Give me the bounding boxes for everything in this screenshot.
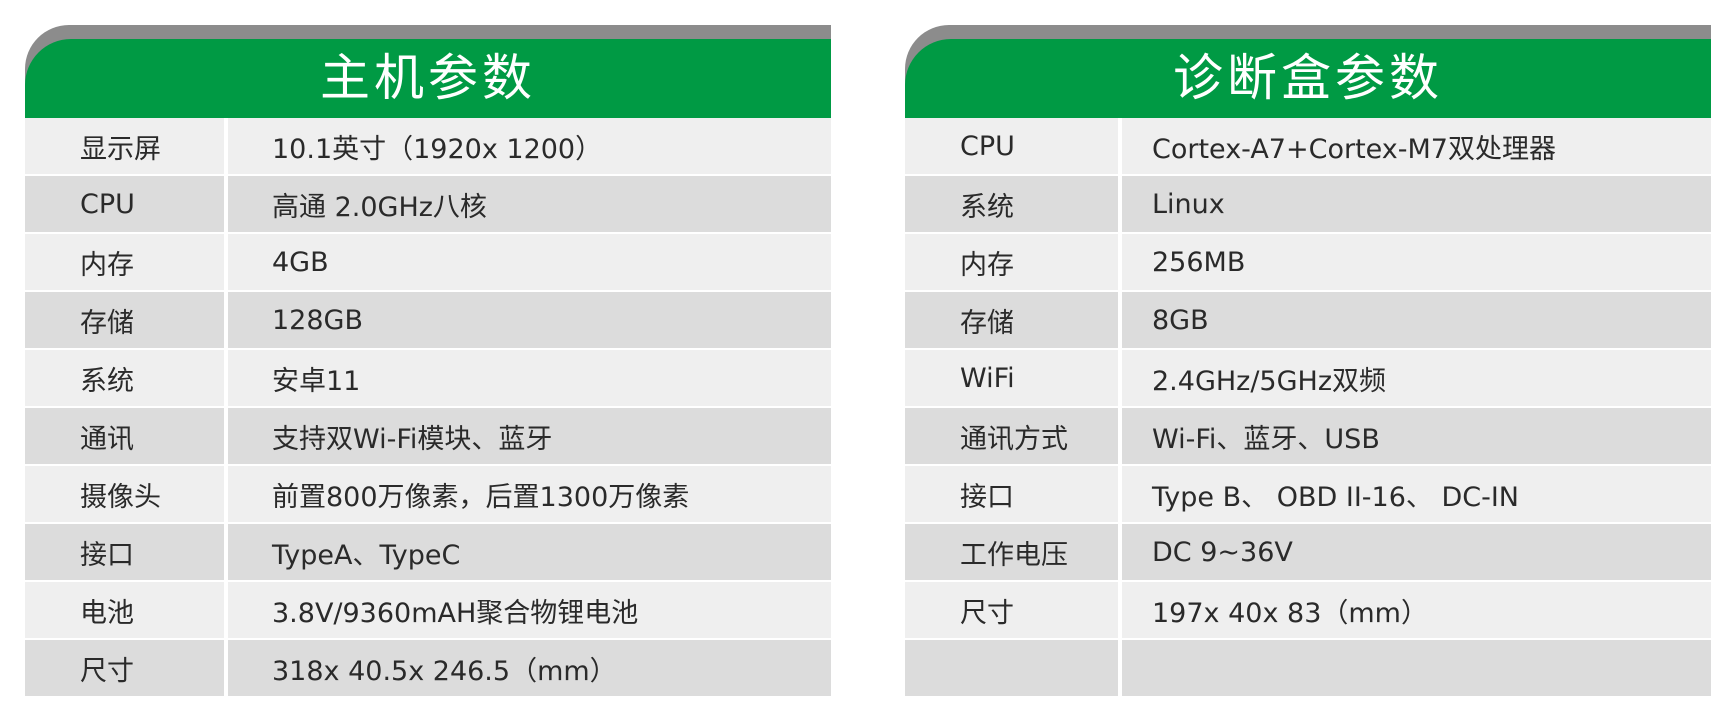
table-row: 工作电压 DC 9~36V: [905, 524, 1711, 582]
spec-label: 尺寸: [905, 582, 1122, 638]
spec-value: 3.8V/9360mAH聚合物锂电池: [272, 597, 639, 629]
spec-label: 接口: [905, 466, 1122, 522]
table-row: 通讯方式 Wi-Fi、蓝牙、USB: [905, 408, 1711, 466]
table-row: 接口 Type B、 OBD II-16、 DC-IN: [905, 466, 1711, 524]
table-row: 系统 Linux: [905, 176, 1711, 234]
spec-label: 内存: [25, 234, 228, 290]
spec-value: 2.4GHz/5GHz双频: [1152, 365, 1387, 397]
spec-value: 128GB: [272, 304, 363, 336]
spec-label: CPU: [905, 118, 1122, 174]
host-specs-panel: 主机参数 显示屏 10.1英寸（1920x 1200） CPU 高通 2.0GH…: [25, 25, 831, 696]
spec-label: 通讯: [25, 408, 228, 464]
spec-value: Linux: [1152, 188, 1225, 220]
table-row: [905, 640, 1711, 696]
spec-label: 存储: [905, 292, 1122, 348]
table-row: 尺寸 197x 40x 83（mm）: [905, 582, 1711, 640]
spec-value: 10.1英寸（1920x 1200）: [272, 133, 603, 165]
table-row: CPU Cortex-A7+Cortex-M7双处理器: [905, 118, 1711, 176]
box-specs-title: 诊断盒参数: [1173, 49, 1443, 107]
spec-value: DC 9~36V: [1152, 536, 1293, 568]
spec-label: 系统: [905, 176, 1122, 232]
box-specs-header: 诊断盒参数: [905, 25, 1711, 118]
spec-label: 接口: [25, 524, 228, 580]
spec-value: [1122, 640, 1711, 696]
spec-value: 4GB: [272, 246, 329, 278]
spec-value: 高通 2.0GHz八核: [272, 191, 487, 223]
spec-label: 显示屏: [25, 118, 228, 174]
host-specs-header: 主机参数: [25, 25, 831, 118]
spec-label: CPU: [25, 176, 228, 232]
box-specs-panel: 诊断盒参数 CPU Cortex-A7+Cortex-M7双处理器 系统 Lin…: [905, 25, 1711, 696]
spec-value: TypeA、TypeC: [272, 539, 461, 571]
spec-value: Wi-Fi、蓝牙、USB: [1152, 423, 1380, 455]
table-row: 电池 3.8V/9360mAH聚合物锂电池: [25, 582, 831, 640]
spec-value: Type B、 OBD II-16、 DC-IN: [1152, 481, 1520, 513]
host-specs-table: 显示屏 10.1英寸（1920x 1200） CPU 高通 2.0GHz八核 内…: [25, 118, 831, 696]
spec-label: [905, 640, 1122, 696]
spec-value: 197x 40x 83（mm）: [1152, 597, 1428, 629]
spec-value: 前置800万像素，后置1300万像素: [272, 481, 690, 513]
spec-label: 摄像头: [25, 466, 228, 522]
box-specs-table: CPU Cortex-A7+Cortex-M7双处理器 系统 Linux 内存 …: [905, 118, 1711, 696]
table-row: 接口 TypeA、TypeC: [25, 524, 831, 582]
spec-value: Cortex-A7+Cortex-M7双处理器: [1152, 133, 1556, 165]
spec-label: WiFi: [905, 350, 1122, 406]
spec-label: 电池: [25, 582, 228, 638]
table-row: 内存 4GB: [25, 234, 831, 292]
spec-label: 系统: [25, 350, 228, 406]
spec-value: 318x 40.5x 246.5（mm）: [272, 655, 617, 687]
spec-value: 256MB: [1152, 246, 1246, 278]
spec-label: 存储: [25, 292, 228, 348]
table-row: 摄像头 前置800万像素，后置1300万像素: [25, 466, 831, 524]
table-row: 通讯 支持双Wi-Fi模块、蓝牙: [25, 408, 831, 466]
spec-value: 支持双Wi-Fi模块、蓝牙: [272, 423, 553, 455]
table-row: CPU 高通 2.0GHz八核: [25, 176, 831, 234]
table-row: 内存 256MB: [905, 234, 1711, 292]
spec-value: 安卓11: [272, 365, 361, 397]
table-row: 存储 8GB: [905, 292, 1711, 350]
spec-label: 工作电压: [905, 524, 1122, 580]
spec-label: 通讯方式: [905, 408, 1122, 464]
table-row: 存储 128GB: [25, 292, 831, 350]
table-row: WiFi 2.4GHz/5GHz双频: [905, 350, 1711, 408]
table-row: 显示屏 10.1英寸（1920x 1200）: [25, 118, 831, 176]
host-specs-title: 主机参数: [320, 49, 536, 107]
table-row: 尺寸 318x 40.5x 246.5（mm）: [25, 640, 831, 696]
spec-value: 8GB: [1152, 304, 1209, 336]
spec-label: 尺寸: [25, 640, 228, 696]
spec-label: 内存: [905, 234, 1122, 290]
table-row: 系统 安卓11: [25, 350, 831, 408]
